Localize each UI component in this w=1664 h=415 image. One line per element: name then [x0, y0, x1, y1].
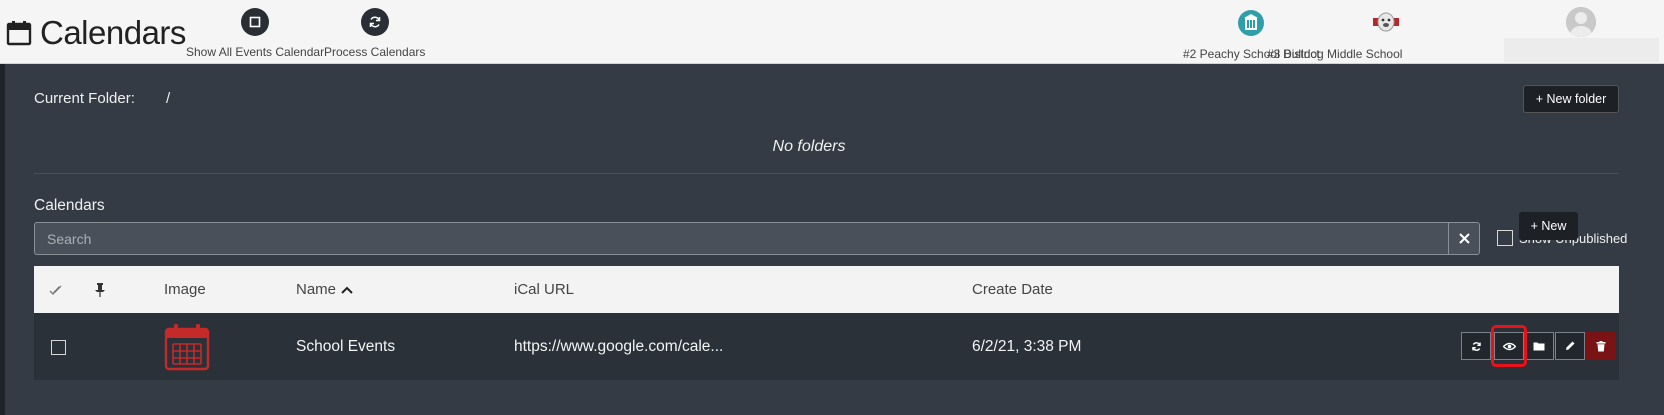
divider [34, 173, 1619, 174]
new-calendar-button[interactable]: + New [1519, 212, 1578, 240]
page-title: Calendars [6, 14, 186, 52]
calendar-ical-url[interactable]: https://www.google.com/cale... [514, 313, 723, 380]
pin-icon [95, 282, 105, 297]
table-header: Image Name iCal URL Create Date [34, 266, 1619, 313]
new-folder-button[interactable]: + New folder [1523, 85, 1619, 113]
refresh-icon [1471, 341, 1481, 351]
calendar-icon [6, 21, 32, 46]
sort-ascending-icon [341, 286, 353, 294]
check-all-icon [49, 285, 62, 295]
bulldog-logo-icon [1371, 8, 1401, 38]
avatar-icon [1566, 7, 1596, 37]
search-input[interactable] [34, 222, 1449, 255]
process-calendars-label: Process Calendars [324, 45, 426, 59]
district-logo-icon [1236, 8, 1266, 38]
image-column-header: Image [164, 281, 206, 298]
view-calendar-button[interactable] [1494, 332, 1524, 360]
top-header: Calendars Show All Events Calendar Proce… [0, 0, 1664, 64]
create-date-column-header: Create Date [972, 281, 1053, 298]
trash-icon [1596, 340, 1606, 351]
move-to-folder-button[interactable] [1524, 332, 1554, 360]
org-school-label: #3 Bulldog Middle School [1267, 47, 1403, 61]
calendar-image [164, 313, 210, 380]
ical-column-header: iCal URL [514, 281, 575, 298]
name-column-label: Name [296, 281, 337, 298]
page-title-text: Calendars [40, 14, 186, 51]
no-folders-text: No folders [772, 138, 846, 155]
row-checkbox[interactable] [51, 340, 66, 355]
calendars-heading: Calendars [34, 197, 105, 214]
process-calendar-button[interactable] [1461, 332, 1491, 360]
folder-icon [1533, 342, 1545, 351]
close-icon [1458, 233, 1470, 244]
show-unpublished-checkbox[interactable] [1497, 230, 1513, 246]
current-folder-label: Current Folder: [34, 90, 135, 107]
delete-calendar-button[interactable] [1586, 332, 1616, 360]
select-all-toggle[interactable] [49, 266, 63, 313]
pin-column-header [94, 266, 106, 313]
user-menu[interactable] [1504, 0, 1659, 64]
calendar-create-date: 6/2/21, 3:38 PM [972, 337, 1082, 355]
table-row[interactable]: School Events https://www.google.com/cal… [34, 313, 1619, 380]
name-column-header[interactable]: Name [296, 266, 354, 313]
refresh-icon [360, 8, 389, 36]
user-name-redacted [1504, 38, 1659, 62]
left-rail [0, 64, 5, 415]
org-bulldog-school[interactable]: #3 Bulldog Middle School [1267, 8, 1402, 61]
eye-icon [1502, 342, 1516, 350]
process-calendars-button[interactable]: Process Calendars [324, 8, 425, 59]
show-all-events-button[interactable]: Show All Events Calendar [186, 8, 324, 59]
edit-calendar-button[interactable] [1555, 332, 1585, 360]
calendar-image-icon [164, 323, 210, 370]
search-clear-button[interactable] [1448, 222, 1480, 255]
pencil-icon [1566, 341, 1575, 350]
square-icon [241, 8, 270, 36]
calendar-name[interactable]: School Events [296, 313, 395, 380]
show-all-events-label: Show All Events Calendar [186, 45, 325, 59]
current-folder-path: / [166, 90, 171, 107]
